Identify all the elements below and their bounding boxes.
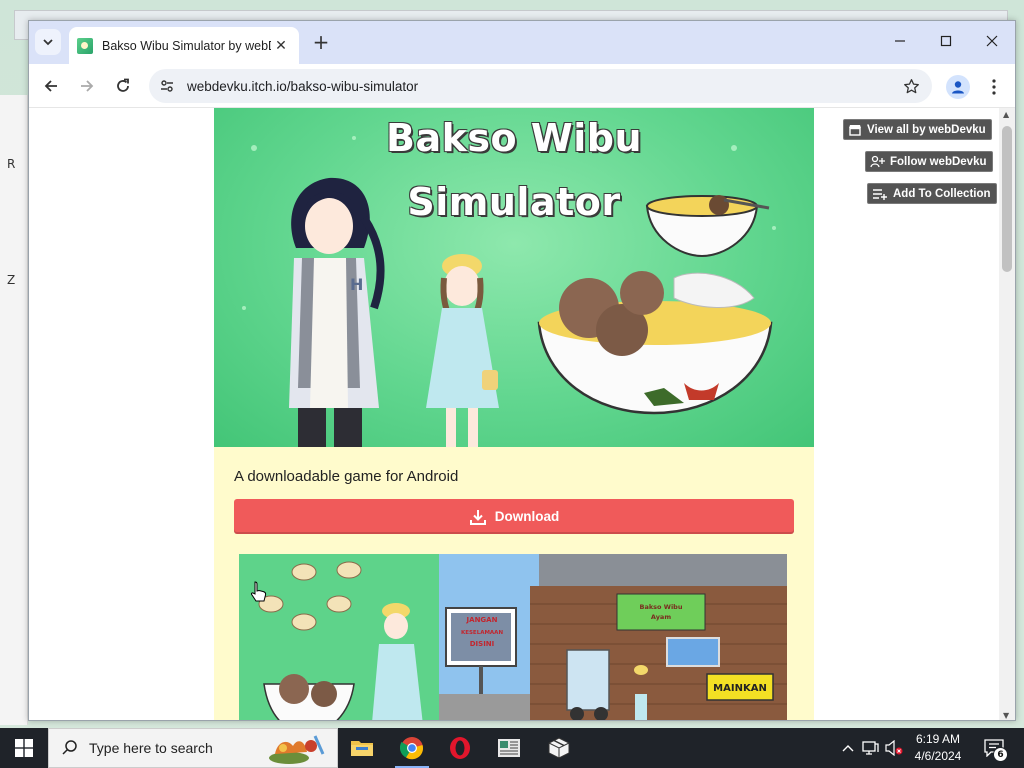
network-icon[interactable] <box>860 738 880 758</box>
edge-glyph: Z <box>7 273 16 287</box>
itch-game-favicon-icon <box>77 37 93 54</box>
start-button[interactable] <box>0 728 48 768</box>
add-to-collection-label: Add To Collection <box>893 187 991 200</box>
close-icon <box>986 35 998 47</box>
news-app-icon <box>498 739 520 757</box>
svg-text:MAINKAN: MAINKAN <box>713 683 767 694</box>
notification-center-button[interactable]: 6 <box>982 736 1008 762</box>
game-banner: H Bakso Wibu Simulator <box>214 108 814 447</box>
taskbar-file-explorer[interactable] <box>339 728 385 768</box>
search-highlight-illustration-icon <box>269 735 325 764</box>
character-girl-illustration <box>426 254 499 447</box>
person-add-icon <box>870 155 885 168</box>
clock-date: 4/6/2024 <box>914 749 962 763</box>
taskbar-package-app[interactable] <box>536 728 582 768</box>
chrome-icon <box>400 737 424 760</box>
bookmark-star-icon[interactable] <box>900 75 922 97</box>
minimize-button[interactable] <box>877 21 923 61</box>
tab-title: Bakso Wibu Simulator by webDevku <box>102 38 271 53</box>
search-placeholder: Type here to search <box>89 740 213 756</box>
tray-overflow-chevron-icon[interactable] <box>838 738 858 758</box>
view-all-label: View all by webDevku <box>867 123 986 136</box>
itch-store-icon <box>849 124 861 136</box>
kebab-icon <box>992 79 996 95</box>
screenshot-art: JANGAN KESELAMAAN DISINI Bakso Wibu Ayam <box>239 554 787 720</box>
download-icon <box>469 509 486 525</box>
game-tagline: A downloadable game for Android <box>234 468 459 485</box>
arrow-left-icon <box>44 80 57 92</box>
view-all-by-webdevku-button[interactable]: View all by webDevku <box>843 119 992 140</box>
banner-title-line2: Simulator <box>407 180 621 224</box>
tab-strip: Bakso Wibu Simulator by webDevku ✕ + <box>29 21 1015 64</box>
volume-muted-icon[interactable] <box>884 738 904 758</box>
download-label: Download <box>494 509 560 524</box>
new-tab-button[interactable]: + <box>310 31 332 53</box>
character-boy-illustration: H <box>289 177 385 447</box>
url-text: webdevku.itch.io/bakso-wibu-simulator <box>187 78 419 94</box>
scroll-thumb[interactable] <box>1002 126 1012 272</box>
reload-icon <box>117 78 129 92</box>
maximize-button[interactable] <box>923 21 969 61</box>
taskbar-clock[interactable]: 6:19 AM 4/6/2024 <box>902 731 974 765</box>
notification-count-badge: 6 <box>993 747 1008 762</box>
windows-logo-icon <box>15 739 33 757</box>
banner-title-line1: Bakso Wibu <box>385 116 643 160</box>
chevron-down-icon <box>43 39 53 46</box>
svg-text:DISINI: DISINI <box>470 640 495 648</box>
game-column: H Bakso Wibu Simulator A downloadable ga… <box>214 108 814 720</box>
package-icon <box>548 737 570 759</box>
noodle-bowl-illustration <box>645 195 770 258</box>
follow-label: Follow webDevku <box>890 155 987 168</box>
close-tab-icon[interactable]: ✕ <box>271 36 291 56</box>
scroll-up-arrow-icon[interactable]: ▲ <box>1003 110 1009 119</box>
reload-button[interactable] <box>109 72 137 100</box>
opera-icon <box>450 737 470 759</box>
clock-time: 6:19 AM <box>915 732 961 746</box>
game-screenshot[interactable]: JANGAN KESELAMAAN DISINI Bakso Wibu Ayam <box>239 554 787 720</box>
close-window-button[interactable] <box>969 21 1015 61</box>
page-scrollbar[interactable]: ▲ ▼ <box>999 108 1015 720</box>
taskbar-opera[interactable] <box>437 728 483 768</box>
page-viewport: H Bakso Wibu Simulator A downloadable ga… <box>29 108 1015 720</box>
browser-toolbar: webdevku.itch.io/bakso-wibu-simulator <box>29 64 1015 108</box>
taskbar-search-box[interactable]: Type here to search <box>48 728 338 768</box>
bakso-bowl-illustration <box>537 271 773 415</box>
tab-bakso-wibu[interactable]: Bakso Wibu Simulator by webDevku ✕ <box>69 27 299 64</box>
arrow-right-icon <box>81 80 94 92</box>
svg-text:KESELAMAAN: KESELAMAAN <box>461 630 503 636</box>
tab-search-button[interactable] <box>35 29 61 55</box>
back-button[interactable] <box>37 72 65 100</box>
edge-glyph: R <box>7 157 16 171</box>
tune-icon[interactable] <box>153 72 181 100</box>
minimize-icon <box>895 40 905 42</box>
svg-text:H: H <box>350 275 363 294</box>
search-icon <box>62 740 77 755</box>
forward-button[interactable] <box>73 72 101 100</box>
profile-button[interactable] <box>946 75 970 99</box>
windows-taskbar: Type here to search 6:19 AM 4/6/2024 6 <box>0 728 1024 768</box>
file-explorer-icon <box>351 741 373 756</box>
svg-text:Bakso Wibu: Bakso Wibu <box>640 603 683 611</box>
mouse-pointer-icon <box>250 581 267 602</box>
browser-window: Bakso Wibu Simulator by webDevku ✕ + web… <box>28 20 1016 721</box>
follow-webdevku-button[interactable]: Follow webDevku <box>865 151 993 172</box>
scroll-down-arrow-icon[interactable]: ▼ <box>1003 711 1009 720</box>
svg-text:Ayam: Ayam <box>651 613 671 621</box>
taskbar-chrome[interactable] <box>389 728 435 768</box>
address-bar[interactable]: webdevku.itch.io/bakso-wibu-simulator <box>149 69 932 103</box>
playlist-add-icon <box>873 188 887 200</box>
add-to-collection-button[interactable]: Add To Collection <box>867 183 997 204</box>
download-button[interactable]: Download <box>234 499 794 534</box>
desktop-app-edge: R Z <box>0 95 28 725</box>
taskbar-news-app[interactable] <box>486 728 532 768</box>
svg-text:JANGAN: JANGAN <box>466 616 498 624</box>
person-icon <box>952 81 964 94</box>
maximize-icon <box>940 35 952 47</box>
browser-menu-button[interactable] <box>984 75 1004 99</box>
